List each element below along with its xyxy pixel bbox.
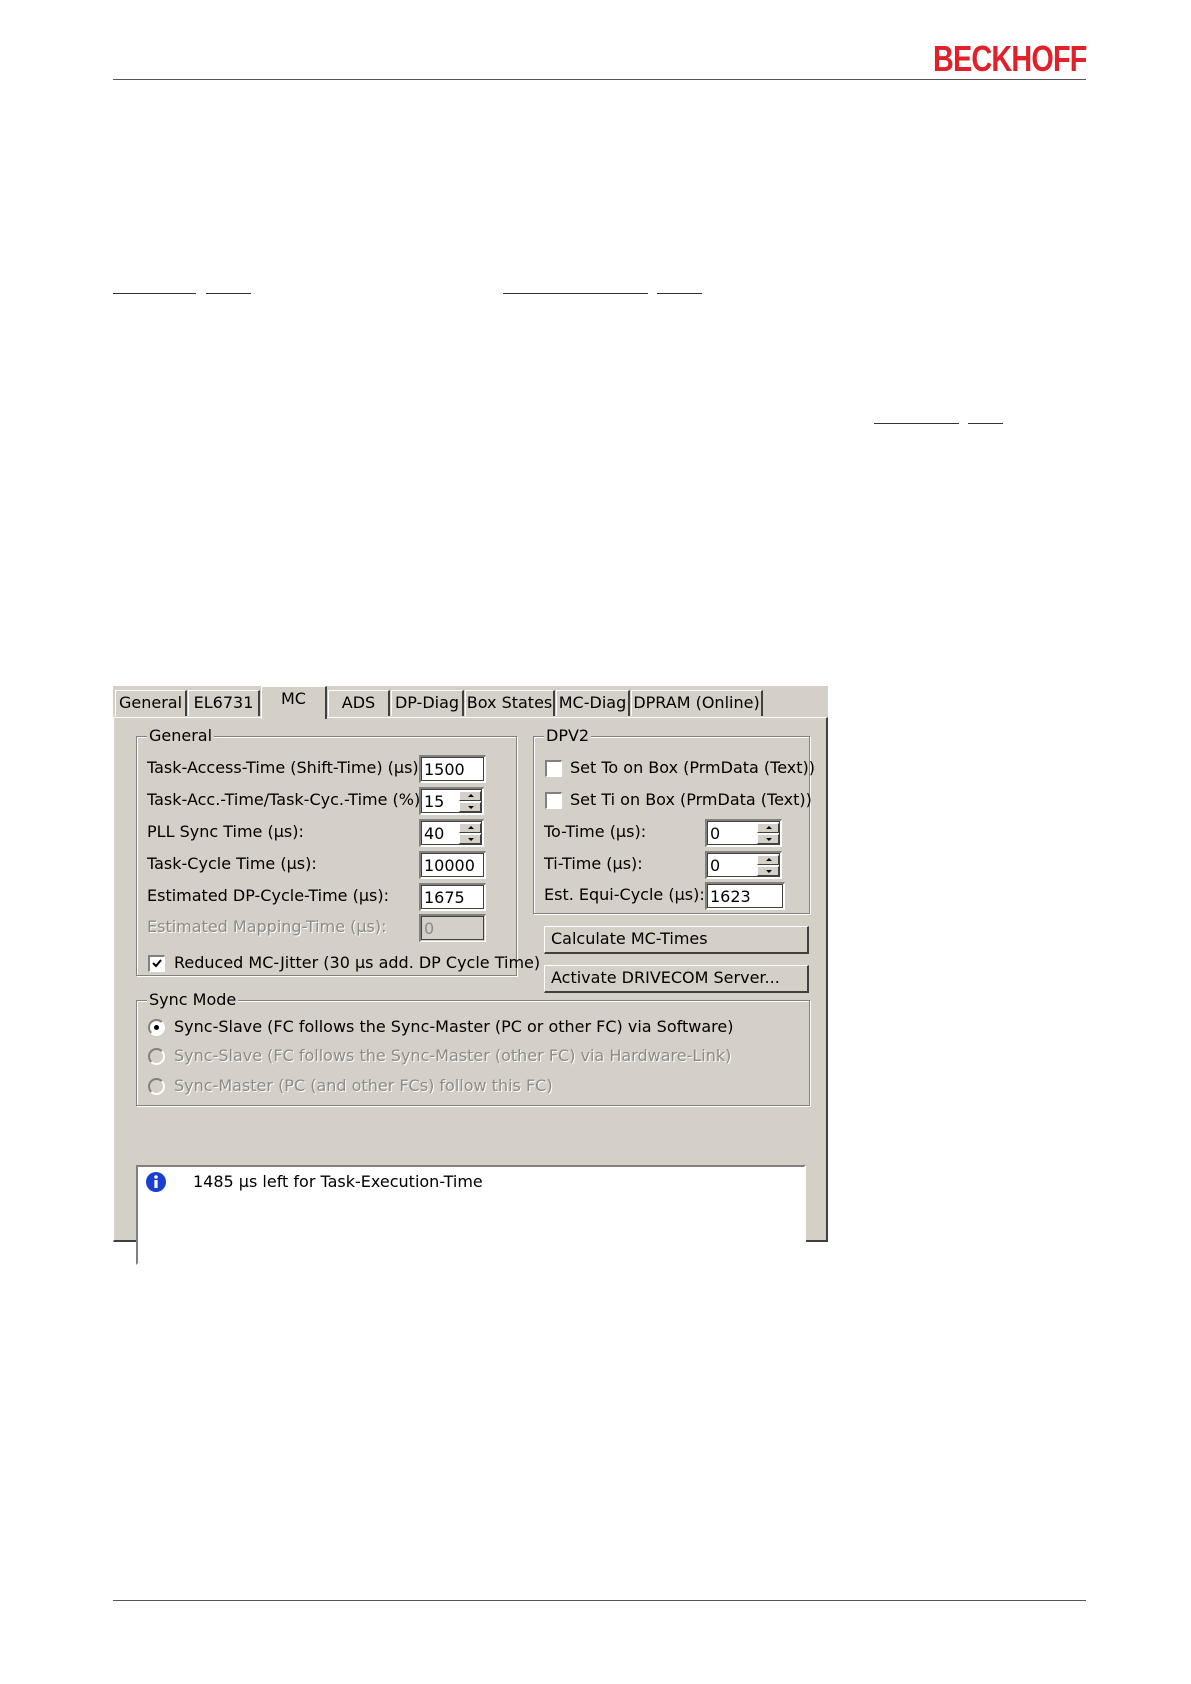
set-to-on-box-checkbox[interactable] — [545, 760, 562, 777]
task-cycle-time-label: Task-Cycle Time (µs): — [147, 854, 317, 873]
spin-down-icon[interactable] — [757, 834, 779, 844]
tab-mc-diag[interactable]: MC-Diag — [556, 690, 630, 716]
ti-time-stepper[interactable]: 0 — [705, 851, 782, 879]
spin-buttons[interactable] — [757, 855, 779, 876]
link-underline — [503, 293, 648, 294]
spin-down-icon[interactable] — [459, 834, 481, 844]
link-underline — [874, 423, 959, 424]
pll-sync-time-label: PLL Sync Time (µs): — [147, 822, 304, 841]
info-icon — [146, 1172, 166, 1192]
spin-up-icon[interactable] — [757, 823, 779, 833]
message-text: 1485 µs left for Task-Execution-Time — [193, 1172, 483, 1191]
mc-settings-dialog: General EL6731 MC ADS DP-Diag Box States… — [113, 686, 828, 1265]
sync-mode-group-title: Sync Mode — [147, 990, 239, 1010]
radio-selected-dot — [154, 1025, 159, 1030]
spin-down-icon[interactable] — [459, 802, 481, 812]
spin-up-icon[interactable] — [459, 791, 481, 801]
sync-master-label: Sync-Master (PC (and other FCs) follow t… — [174, 1076, 553, 1095]
beckhoff-logo: BECKHOFF — [933, 38, 1087, 79]
estimated-mapping-time-label: Estimated Mapping-Time (µs): — [147, 917, 387, 936]
spin-buttons[interactable] — [459, 823, 481, 844]
set-ti-on-box-label: Set Ti on Box (PrmData (Text)) — [570, 790, 812, 809]
set-ti-on-box-checkbox[interactable] — [545, 792, 562, 809]
tab-general[interactable]: General — [115, 690, 187, 716]
activate-drivecom-server-button[interactable]: Activate DRIVECOM Server... — [544, 965, 809, 993]
sync-master-radio — [148, 1078, 165, 1095]
tab-strip: General EL6731 MC ADS DP-Diag Box States… — [113, 686, 828, 719]
est-equi-cycle-label: Est. Equi-Cycle (µs): — [544, 885, 705, 904]
sync-slave-software-label: Sync-Slave (FC follows the Sync-Master (… — [174, 1017, 734, 1036]
sync-slave-hardware-radio — [148, 1048, 165, 1065]
calculate-mc-times-button[interactable]: Calculate MC-Times — [544, 926, 809, 954]
task-acc-cyc-ratio-stepper[interactable]: 15 — [419, 787, 484, 815]
reduced-mc-jitter-label: Reduced MC-Jitter (30 µs add. DP Cycle T… — [174, 953, 541, 972]
spin-up-icon[interactable] — [757, 855, 779, 865]
to-time-label: To-Time (µs): — [544, 822, 647, 841]
spin-buttons[interactable] — [459, 791, 481, 812]
ti-time-label: Ti-Time (µs): — [544, 854, 643, 873]
tab-el6731[interactable]: EL6731 — [188, 690, 260, 716]
header-rule — [113, 79, 1086, 80]
tab-mc[interactable]: MC — [261, 686, 327, 719]
tab-box-states[interactable]: Box States — [465, 690, 555, 716]
spin-buttons[interactable] — [757, 823, 779, 844]
checkmark-icon — [152, 959, 162, 968]
footer-rule — [113, 1600, 1086, 1601]
dpv2-group-title: DPV2 — [544, 726, 592, 746]
link-underline — [657, 293, 702, 294]
pll-sync-time-stepper[interactable]: 40 — [419, 819, 484, 847]
tab-dpram-online[interactable]: DPRAM (Online) — [631, 690, 763, 716]
message-box: 1485 µs left for Task-Execution-Time — [136, 1165, 806, 1265]
tab-ads[interactable]: ADS — [328, 690, 390, 716]
mc-tab-panel: General Task-Access-Time (Shift-Time) (µ… — [113, 717, 828, 1265]
task-access-time-field[interactable]: 1500 — [419, 755, 486, 783]
reduced-mc-jitter-checkbox[interactable] — [148, 955, 165, 972]
general-group-title: General — [147, 726, 215, 746]
sync-slave-hardware-label: Sync-Slave (FC follows the Sync-Master (… — [174, 1046, 732, 1065]
est-equi-cycle-field[interactable]: 1623 — [705, 882, 785, 910]
link-underline — [206, 293, 251, 294]
spin-up-icon[interactable] — [459, 823, 481, 833]
link-underline — [968, 423, 1003, 424]
estimated-mapping-time-field: 0 — [419, 914, 486, 942]
tab-dp-diag[interactable]: DP-Diag — [391, 690, 464, 716]
to-time-stepper[interactable]: 0 — [705, 819, 782, 847]
link-underline — [113, 293, 196, 294]
sync-slave-software-radio[interactable] — [148, 1019, 165, 1036]
task-cycle-time-field[interactable]: 10000 — [419, 851, 486, 879]
spin-down-icon[interactable] — [757, 866, 779, 876]
task-access-time-label: Task-Access-Time (Shift-Time) (µs): — [147, 758, 425, 777]
set-to-on-box-label: Set To on Box (PrmData (Text)) — [570, 758, 815, 777]
estimated-dp-cycle-time-label: Estimated DP-Cycle-Time (µs): — [147, 886, 389, 905]
estimated-dp-cycle-time-field[interactable]: 1675 — [419, 883, 486, 911]
task-acc-cyc-ratio-label: Task-Acc.-Time/Task-Cyc.-Time (%): — [147, 790, 426, 809]
